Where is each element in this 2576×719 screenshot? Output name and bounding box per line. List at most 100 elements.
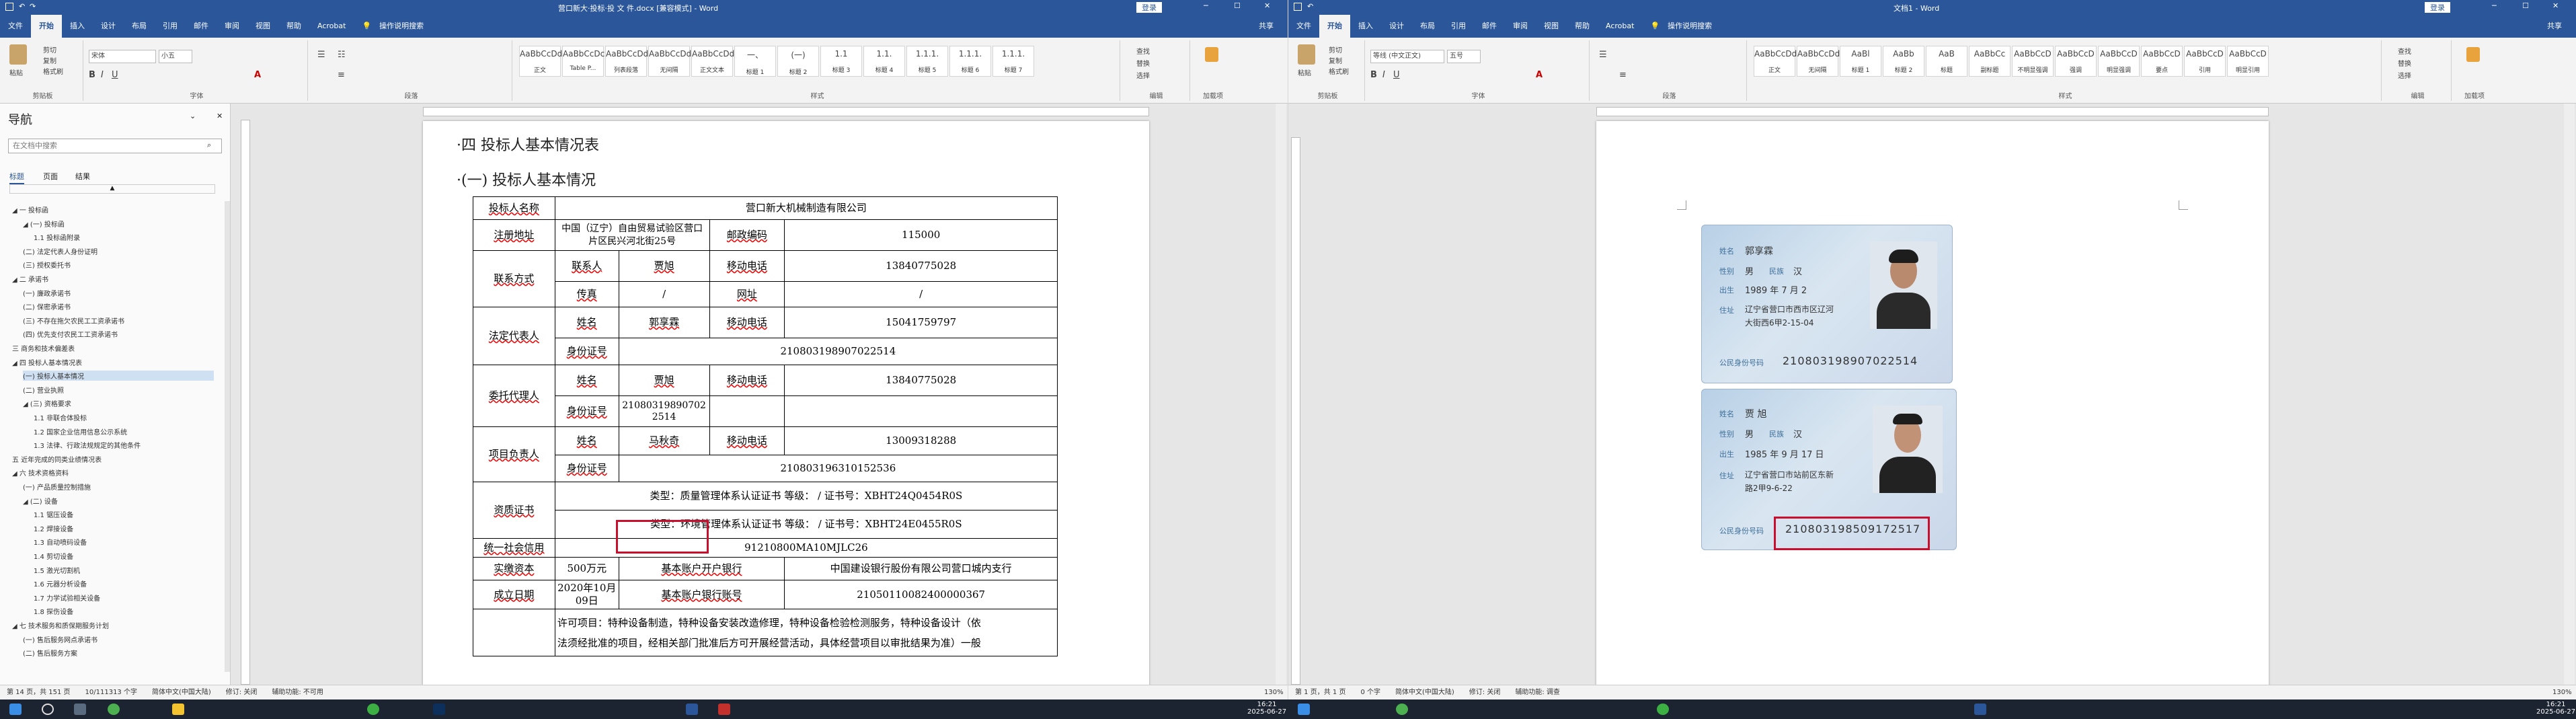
user-login[interactable]: 登录 bbox=[2425, 2, 2450, 13]
style-4-button[interactable]: AaBbCcDd 正文文本 bbox=[691, 46, 734, 77]
tab-review[interactable]: 审阅 bbox=[1505, 15, 1536, 38]
wechat-icon-right[interactable] bbox=[1657, 704, 1669, 715]
save-icon[interactable] bbox=[5, 3, 13, 11]
status-language[interactable]: 简体中文(中国大陆) bbox=[152, 689, 211, 696]
copy-button[interactable]: 复制 bbox=[1329, 55, 1342, 65]
word-icon[interactable] bbox=[686, 704, 698, 715]
paste-icon[interactable] bbox=[9, 44, 27, 65]
font-size-select[interactable]: 五号 bbox=[1447, 50, 1481, 63]
search-icon[interactable] bbox=[42, 704, 54, 715]
style-4-button[interactable]: AaB 标题 bbox=[1926, 46, 1967, 77]
addins-icon[interactable] bbox=[2466, 47, 2480, 62]
underline-button[interactable]: U bbox=[112, 70, 118, 80]
nav-collapse-arrow[interactable]: ▲ bbox=[9, 184, 215, 194]
task-view-icon[interactable] bbox=[74, 704, 86, 715]
tab-review[interactable]: 审阅 bbox=[217, 15, 247, 38]
style-3-button[interactable]: AaBbCcDd 无间隔 bbox=[648, 46, 691, 77]
nav-heading-item[interactable]: ◢ 四 投标人基本情况表 bbox=[12, 357, 82, 367]
tab-acrobat[interactable]: Acrobat bbox=[1598, 15, 1642, 38]
nav-tab-results[interactable]: 结果 bbox=[75, 171, 90, 182]
tab-home[interactable]: 开始 bbox=[1319, 15, 1350, 38]
font-name-select[interactable]: 等线 (中文正文) bbox=[1370, 50, 1444, 63]
tab-references[interactable]: 引用 bbox=[155, 15, 186, 38]
nav-heading-item[interactable]: 1.6 元器分析设备 bbox=[34, 578, 87, 589]
save-icon[interactable] bbox=[1294, 3, 1302, 11]
nav-heading-item[interactable]: (一) 廉政承诺书 bbox=[23, 288, 71, 298]
undo-icon[interactable]: ↶ bbox=[1307, 2, 1313, 11]
wechat-icon[interactable] bbox=[367, 704, 379, 715]
style-1-button[interactable]: AaBbCcDc Table P... bbox=[562, 46, 604, 77]
tab-view[interactable]: 视图 bbox=[1536, 15, 1567, 38]
nav-heading-item[interactable]: ◢ 一 投标函 bbox=[12, 204, 48, 215]
find-button[interactable]: 查找 bbox=[1136, 46, 1150, 56]
nav-heading-item[interactable]: 1.1 锯压设备 bbox=[34, 509, 73, 519]
font-color-icon[interactable]: A bbox=[1536, 70, 1543, 80]
nav-heading-item[interactable]: (一) 投标人基本情况 bbox=[23, 371, 214, 381]
wps-icon[interactable] bbox=[718, 704, 730, 715]
style-5-button[interactable]: AaBbCc 副标题 bbox=[1969, 46, 2011, 77]
nav-heading-item[interactable]: 1.5 激光切割机 bbox=[34, 565, 80, 575]
nav-heading-item[interactable]: (二) 法定代表人身份证明 bbox=[23, 246, 97, 256]
taskbar-clock-left[interactable]: 16:21 2025-06-27 bbox=[1247, 701, 1286, 716]
maximize-icon[interactable]: ☐ bbox=[2522, 1, 2529, 10]
style-3-button[interactable]: AaBb 标题 2 bbox=[1883, 46, 1924, 77]
italic-button[interactable]: I bbox=[1382, 70, 1385, 80]
format-painter-button[interactable]: 格式刷 bbox=[43, 66, 63, 76]
status-track-changes[interactable]: 修订: 关闭 bbox=[1469, 689, 1501, 696]
start-icon[interactable] bbox=[9, 704, 22, 715]
nav-heading-item[interactable]: 1.8 探伤设备 bbox=[34, 606, 73, 616]
document-scrollbar[interactable] bbox=[2564, 104, 2575, 685]
status-words[interactable]: 0 个字 bbox=[1360, 689, 1380, 696]
nav-heading-item[interactable]: ◢ (一) 投标函 bbox=[23, 219, 65, 229]
style-7-button[interactable]: AaBbCcD 强调 bbox=[2055, 46, 2097, 77]
replace-button[interactable]: 替换 bbox=[1136, 58, 1150, 68]
undo-icon[interactable]: ↶ bbox=[19, 2, 25, 11]
style-6-button[interactable]: (一) 标题 2 bbox=[777, 46, 819, 77]
paste-button[interactable]: 粘贴 bbox=[9, 67, 23, 77]
nav-scrollbar[interactable] bbox=[225, 201, 230, 672]
nav-heading-item[interactable]: (一) 售后服务网点承诺书 bbox=[23, 634, 97, 644]
style-11-button[interactable]: 1.1.1. 标题 7 bbox=[992, 46, 1034, 77]
tab-file[interactable]: 文件 bbox=[1288, 15, 1319, 38]
tab-references[interactable]: 引用 bbox=[1443, 15, 1474, 38]
nav-heading-item[interactable]: ◢ 二 承诺书 bbox=[12, 274, 48, 284]
nav-heading-item[interactable]: (三) 不存在拖欠农民工工资承诺书 bbox=[23, 315, 124, 326]
bold-button[interactable]: B bbox=[1370, 70, 1377, 80]
style-0-button[interactable]: AaBbCcDd 正文 bbox=[519, 46, 562, 77]
tell-me-search[interactable]: 操作说明搜索 bbox=[379, 15, 432, 38]
italic-button[interactable]: I bbox=[101, 70, 104, 80]
nav-heading-item[interactable]: (二) 保密承诺书 bbox=[23, 301, 71, 311]
underline-button[interactable]: U bbox=[1393, 70, 1400, 80]
align-center-icon[interactable]: ≡ bbox=[1619, 70, 1627, 80]
find-button[interactable]: 查找 bbox=[2398, 46, 2411, 56]
style-10-button[interactable]: 1.1.1. 标题 6 bbox=[949, 46, 991, 77]
nav-tab-headings[interactable]: 标题 bbox=[9, 171, 24, 184]
tab-insert[interactable]: 插入 bbox=[1350, 15, 1381, 38]
font-name-select[interactable]: 宋体 bbox=[89, 50, 156, 63]
addins-icon[interactable] bbox=[1205, 47, 1218, 62]
style-9-button[interactable]: 1.1.1. 标题 5 bbox=[906, 46, 948, 77]
nav-heading-item[interactable]: (二) 营业执照 bbox=[23, 385, 64, 395]
minimize-icon[interactable]: ─ bbox=[2492, 1, 2497, 10]
nav-heading-item[interactable]: (三) 授权委托书 bbox=[23, 260, 71, 270]
status-accessibility[interactable]: 辅助功能: 不可用 bbox=[272, 689, 323, 696]
nav-heading-item[interactable]: ◢ 七 技术服务和质保期服务计划 bbox=[12, 620, 109, 630]
style-9-button[interactable]: AaBbCcD 要点 bbox=[2141, 46, 2183, 77]
tab-design[interactable]: 设计 bbox=[93, 15, 124, 38]
cut-button[interactable]: 剪切 bbox=[1329, 44, 1342, 54]
nav-search-input[interactable]: 在文档中搜索 bbox=[8, 139, 222, 153]
style-8-button[interactable]: AaBbCcD 明显强调 bbox=[2098, 46, 2140, 77]
status-language[interactable]: 简体中文(中国大陆) bbox=[1395, 689, 1454, 696]
redo-icon[interactable]: ↷ bbox=[30, 2, 36, 11]
tab-help[interactable]: 帮助 bbox=[278, 15, 309, 38]
user-login[interactable]: 登录 bbox=[1136, 2, 1162, 13]
replace-button[interactable]: 替换 bbox=[2398, 58, 2411, 68]
word-icon-right[interactable] bbox=[1974, 704, 1986, 715]
nav-heading-item[interactable]: 1.2 焊接设备 bbox=[34, 523, 73, 533]
select-button[interactable]: 选择 bbox=[2398, 70, 2411, 80]
status-accessibility[interactable]: 辅助功能: 调查 bbox=[1515, 689, 1560, 696]
tab-insert[interactable]: 插入 bbox=[62, 15, 93, 38]
paste-button[interactable]: 粘贴 bbox=[1298, 67, 1311, 77]
nav-heading-item[interactable]: ◢ (二) 设备 bbox=[23, 496, 58, 506]
nav-heading-item[interactable]: (一) 产品质量控制措施 bbox=[23, 482, 91, 492]
